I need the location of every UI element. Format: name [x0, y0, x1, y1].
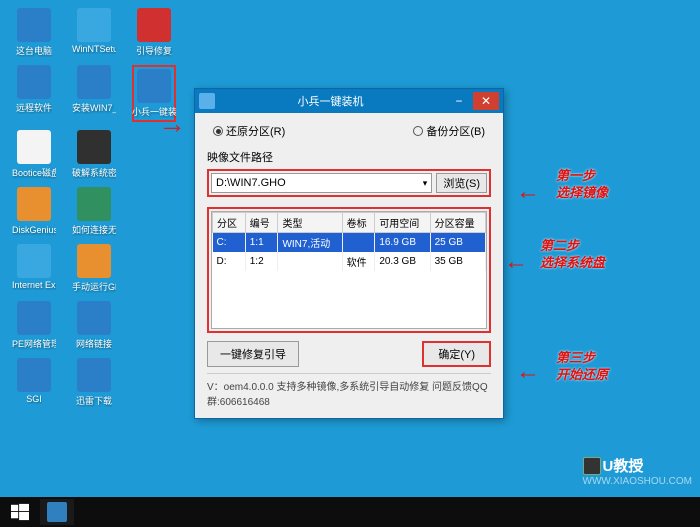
annotation-step2: 第二步选择系统盘: [540, 238, 605, 272]
column-header[interactable]: 类型: [278, 213, 342, 233]
ok-button[interactable]: 确定(Y): [422, 341, 491, 367]
desktop-icon[interactable]: SGI: [12, 358, 56, 407]
icon-label: 手动运行Ghost: [72, 280, 116, 293]
windows-icon: [11, 503, 29, 521]
app-icon: [77, 187, 111, 221]
desktop-icon[interactable]: 这台电脑: [12, 8, 56, 57]
desktop-icon[interactable]: 手动运行Ghost: [72, 244, 116, 293]
repair-boot-button[interactable]: 一键修复引导: [207, 341, 299, 367]
app-icon: [199, 93, 215, 109]
browse-button[interactable]: 浏览(S): [436, 173, 487, 193]
radio-icon: [413, 126, 423, 136]
image-path-dropdown[interactable]: D:\WIN7.GHO ▾: [211, 173, 432, 193]
app-icon: [77, 358, 111, 392]
icon-label: PE网络管理器: [12, 337, 56, 350]
version-info: V：oem4.0.0.0 支持多种镜像,多系统引导自动修复 问题反馈QQ群:60…: [207, 373, 491, 408]
path-value: D:\WIN7.GHO: [216, 177, 286, 189]
icon-label: Bootice磁盘工具: [12, 166, 56, 179]
icon-label: DiskGenius分区工具: [12, 223, 56, 236]
start-button[interactable]: [4, 499, 36, 525]
backup-label: 备份分区(B): [426, 123, 485, 139]
desktop-icon[interactable]: WinNTSetup: [72, 8, 116, 57]
desktop-icon[interactable]: Bootice磁盘工具: [12, 130, 56, 179]
desktop-icon[interactable]: 网络链接: [72, 301, 116, 350]
icon-label: 安装WIN7_64...: [72, 101, 116, 114]
icon-label: 如何连接无线网络: [72, 223, 116, 236]
column-header[interactable]: 编号: [245, 213, 278, 233]
column-header[interactable]: 分区容量: [430, 213, 485, 233]
app-icon: [77, 130, 111, 164]
column-header[interactable]: 可用空间: [375, 213, 430, 233]
partition-table-highlight: 分区编号类型卷标可用空间分区容量 C:1:1WIN7,活动16.9 GB25 G…: [207, 207, 491, 333]
app-icon: [17, 301, 51, 335]
icon-label: 破解系统密码: [72, 166, 116, 179]
restore-label: 还原分区(R): [226, 123, 285, 139]
app-icon: [77, 8, 111, 42]
backup-radio[interactable]: 备份分区(B): [413, 123, 485, 139]
desktop-icon[interactable]: 如何连接无线网络: [72, 187, 116, 236]
chevron-down-icon: ▾: [423, 178, 428, 189]
icon-label: 远程软件: [16, 101, 52, 114]
desktop-icon[interactable]: 迅雷下载: [72, 358, 116, 407]
app-icon: [17, 130, 51, 164]
desktop-icon[interactable]: 破解系统密码: [72, 130, 116, 179]
path-label: 映像文件路径: [207, 149, 491, 165]
icon-label: 迅雷下载: [76, 394, 112, 407]
icon-label: 网络链接: [76, 337, 112, 350]
icon-label: 这台电脑: [16, 44, 52, 57]
desktop-icon[interactable]: 引导修复: [132, 8, 176, 57]
icon-label: WinNTSetup: [72, 44, 116, 54]
column-header[interactable]: 分区: [213, 213, 246, 233]
radio-icon: [213, 126, 223, 136]
installer-dialog: 小兵一键装机 − ✕ 还原分区(R) 备份分区(B) 映像文件路径 D:\WIN…: [194, 88, 504, 419]
app-icon: [17, 8, 51, 42]
table-row[interactable]: D:1:2软件20.3 GB35 GB: [213, 252, 486, 271]
restore-radio[interactable]: 还原分区(R): [213, 123, 285, 139]
desktop-icon[interactable]: 安装WIN7_64...: [72, 65, 116, 122]
taskbar: [0, 497, 700, 527]
taskbar-app[interactable]: [40, 499, 74, 525]
arrow-step1: ←: [516, 178, 540, 206]
brand-text: U教授: [603, 455, 644, 476]
arrow-step2: ←: [504, 248, 528, 276]
annotation-step3: 第三步开始还原: [556, 350, 608, 384]
icon-label: Internet Explorer: [12, 280, 56, 290]
window-title: 小兵一键装机: [215, 93, 446, 109]
close-button[interactable]: ✕: [473, 92, 499, 110]
table-row[interactable]: C:1:1WIN7,活动16.9 GB25 GB: [213, 233, 486, 253]
watermark-url: WWW.XIAOSHOU.COM: [583, 476, 692, 487]
app-icon: [77, 244, 111, 278]
app-icon: [17, 65, 51, 99]
app-icon: [77, 65, 111, 99]
app-icon: [17, 358, 51, 392]
brand-icon: [583, 457, 601, 475]
app-icon: [17, 187, 51, 221]
highlight-arrow: →: [158, 108, 186, 140]
watermark: U教授 WWW.XIAOSHOU.COM: [583, 455, 692, 487]
desktop-icon[interactable]: PE网络管理器: [12, 301, 56, 350]
app-icon: [137, 69, 171, 103]
column-header[interactable]: 卷标: [342, 213, 375, 233]
icon-label: 引导修复: [136, 44, 172, 57]
desktop-icon[interactable]: 远程软件: [12, 65, 56, 122]
app-icon: [47, 502, 67, 522]
app-icon: [77, 301, 111, 335]
desktop-icons: 这台电脑WinNTSetup引导修复远程软件安装WIN7_64...小兵一键装机…: [12, 8, 176, 407]
app-icon: [17, 244, 51, 278]
path-row-highlight: D:\WIN7.GHO ▾ 浏览(S): [207, 169, 491, 197]
app-icon: [137, 8, 171, 42]
minimize-button[interactable]: −: [446, 92, 472, 110]
partition-table[interactable]: 分区编号类型卷标可用空间分区容量 C:1:1WIN7,活动16.9 GB25 G…: [212, 212, 486, 271]
arrow-step3: ←: [516, 358, 540, 386]
icon-label: SGI: [26, 394, 42, 404]
titlebar[interactable]: 小兵一键装机 − ✕: [195, 89, 503, 113]
annotation-step1: 第一步选择镜像: [556, 168, 608, 202]
desktop-icon[interactable]: DiskGenius分区工具: [12, 187, 56, 236]
desktop-icon[interactable]: Internet Explorer: [12, 244, 56, 293]
